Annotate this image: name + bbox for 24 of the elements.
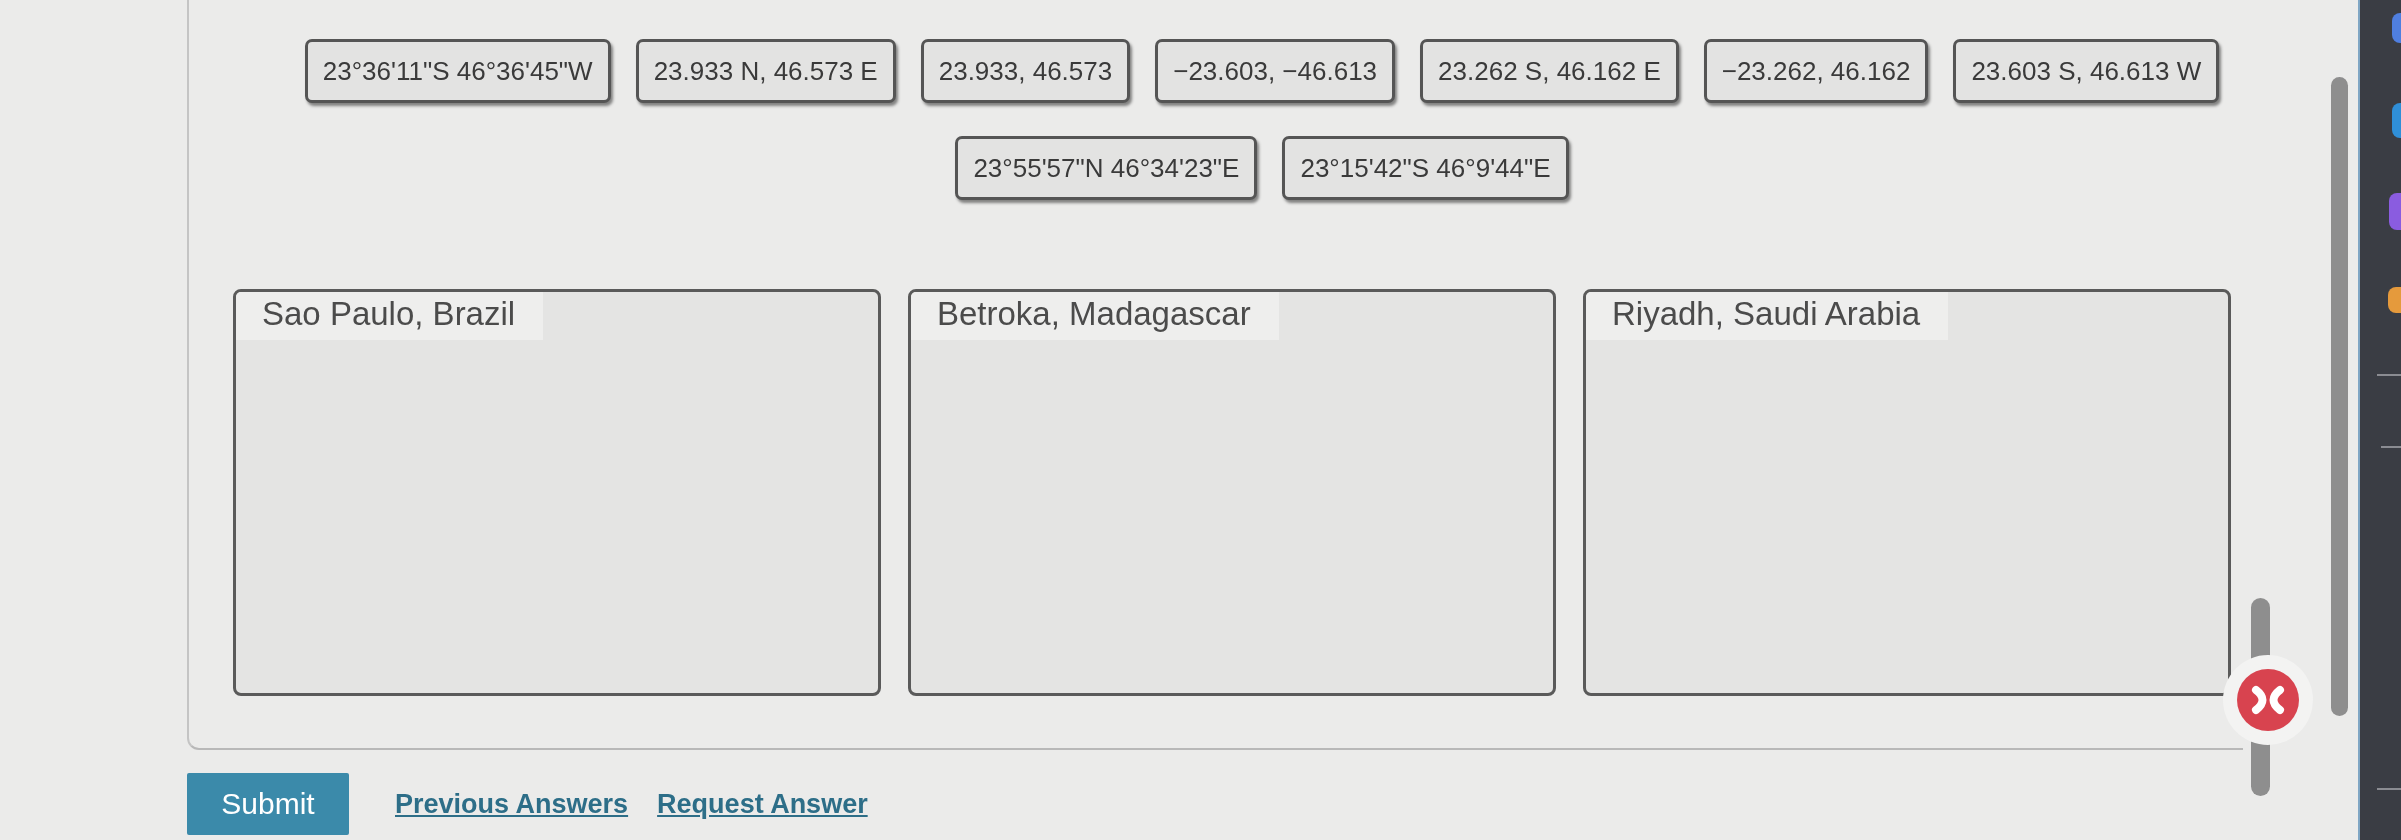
app-icon[interactable] bbox=[2389, 193, 2401, 230]
app-icon[interactable] bbox=[2392, 13, 2401, 43]
drop-zone[interactable]: Sao Paulo, Brazil bbox=[233, 289, 881, 696]
answer-chip[interactable]: 23°15'42"S 46°9'44"E bbox=[1282, 136, 1569, 200]
answer-chip[interactable]: −23.603, −46.613 bbox=[1155, 39, 1396, 103]
answer-chip[interactable]: 23.262 S, 46.162 E bbox=[1420, 39, 1679, 103]
app-icon[interactable] bbox=[2392, 103, 2401, 138]
cross-badge-icon[interactable] bbox=[2222, 654, 2314, 746]
action-link[interactable]: Request Answer bbox=[657, 788, 868, 820]
scrollbar[interactable] bbox=[2331, 77, 2348, 716]
app-icon[interactable] bbox=[2388, 287, 2401, 313]
drop-zone-label: Riyadh, Saudi Arabia bbox=[1586, 292, 1949, 340]
answer-chip[interactable]: −23.262, 46.162 bbox=[1703, 39, 1929, 103]
answer-chip[interactable]: 23.933 N, 46.573 E bbox=[635, 39, 896, 103]
action-link[interactable]: Previous Answers bbox=[395, 788, 629, 820]
answer-chip[interactable]: 23°55'57"N 46°34'23"E bbox=[955, 136, 1258, 200]
drop-zone[interactable]: Betroka, Madagascar bbox=[908, 289, 1556, 696]
answer-chip[interactable]: 23.603 S, 46.613 W bbox=[1953, 39, 2220, 103]
drop-zone-label: Sao Paulo, Brazil bbox=[236, 292, 544, 340]
answer-chip[interactable]: 23°36'11"S 46°36'45"W bbox=[304, 39, 611, 103]
drop-zone[interactable]: Riyadh, Saudi Arabia bbox=[1583, 289, 2231, 696]
drop-zone-label: Betroka, Madagascar bbox=[911, 292, 1279, 340]
answer-chip[interactable]: 23.933, 46.573 bbox=[920, 39, 1131, 103]
submit-button[interactable]: Submit bbox=[187, 773, 349, 835]
